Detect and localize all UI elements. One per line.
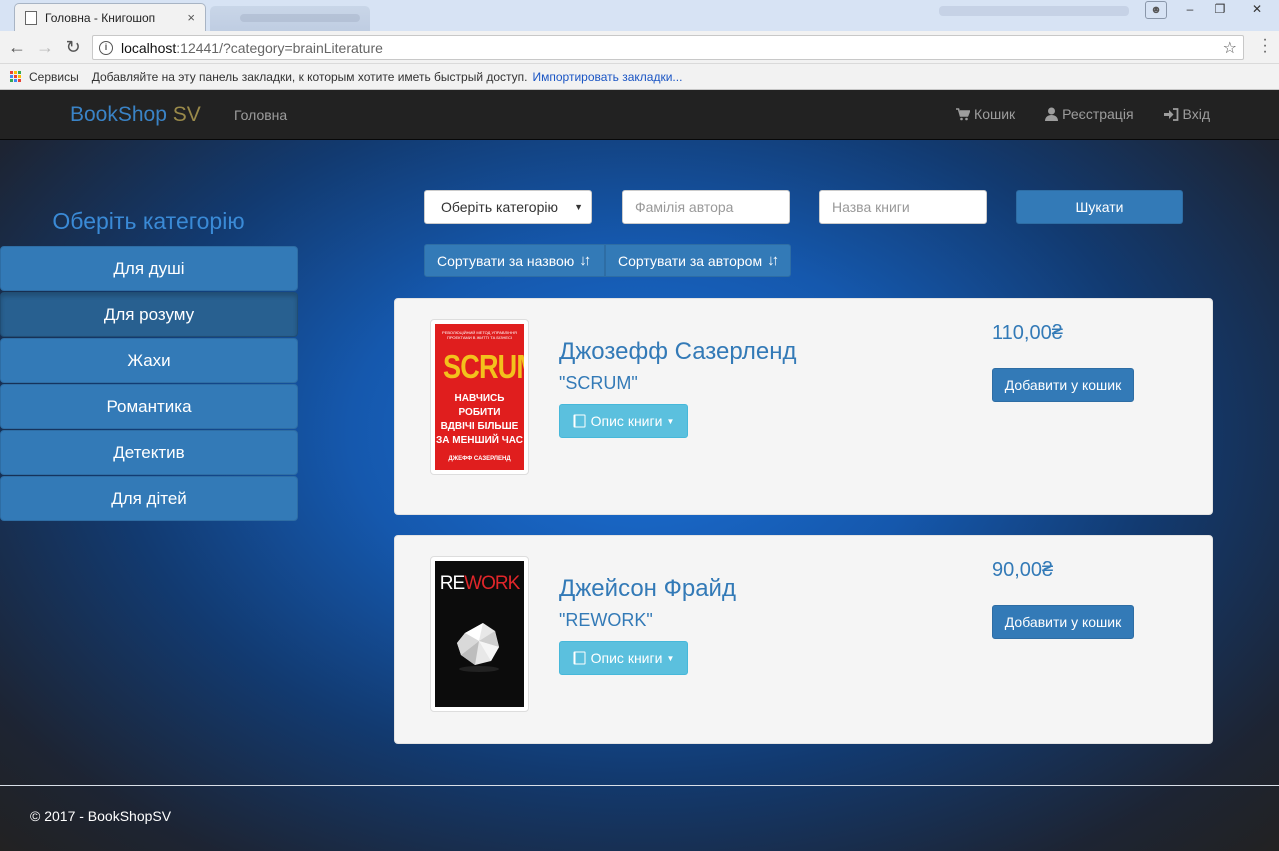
- bookmarks-bar: Сервисы Добавляйте на эту панель закладк…: [0, 64, 1279, 90]
- book-description-label: Опис книги: [590, 413, 663, 429]
- nav-home-link[interactable]: Головна: [234, 107, 287, 123]
- url-path: :12441/?category=brainLiterature: [176, 39, 383, 56]
- tab-title: Головна - Книгошоп: [45, 10, 156, 25]
- category-item-soul[interactable]: Для душі: [0, 246, 298, 291]
- book-card: РЕВОЛЮЦІЙНИЙ МЕТОД УПРАВЛІННЯ ПРОЕКТАМИ …: [394, 298, 1213, 515]
- book-author: Джейсон Фрайд: [559, 575, 736, 602]
- book-cover-rework: REWORK: [435, 561, 524, 707]
- minimize-icon[interactable]: –: [1175, 0, 1205, 20]
- category-select[interactable]: Оберіть категорію ▼: [424, 190, 592, 224]
- nav-register-link[interactable]: Реєстрація: [1045, 106, 1134, 122]
- sort-arrows-icon: ↓↑: [579, 252, 591, 269]
- add-to-cart-button[interactable]: Добавити у кошик: [992, 605, 1134, 639]
- search-button[interactable]: Шукати: [1016, 190, 1183, 224]
- url-input[interactable]: i localhost:12441/?category=brainLiterat…: [92, 35, 1244, 60]
- back-icon[interactable]: ←: [5, 36, 29, 58]
- book-price: 110,00₴: [992, 322, 1063, 344]
- cover-author: ДЖЕФФ САЗЕРЛЕНД: [448, 456, 511, 462]
- window-close-icon[interactable]: ✕: [1235, 0, 1279, 20]
- book-icon: [573, 651, 586, 665]
- footer-divider: [0, 785, 1279, 786]
- add-to-cart-button[interactable]: Добавити у кошик: [992, 368, 1134, 402]
- category-item-mind[interactable]: Для розуму: [0, 292, 298, 337]
- book-title: "REWORK": [559, 610, 653, 630]
- bookmark-star-icon[interactable]: ☆: [1223, 38, 1237, 58]
- url-host: localhost: [121, 39, 177, 56]
- category-item-horror[interactable]: Жахи: [0, 338, 298, 383]
- brand-logo[interactable]: BookShop SV: [70, 103, 201, 127]
- user-icon: [1045, 107, 1059, 121]
- caret-down-icon: ▼: [666, 416, 675, 426]
- nav-register-label: Реєстрація: [1062, 106, 1134, 122]
- browser-tab-active[interactable]: Головна - Книгошоп ×: [14, 3, 206, 31]
- nav-login-label: Вхід: [1182, 106, 1210, 122]
- book-description-label: Опис книги: [590, 650, 663, 666]
- sidebar-title: Оберіть категорію: [52, 208, 245, 234]
- book-card: REWORK Джейсон Фрайд "REWORK" Опис книги…: [394, 535, 1213, 744]
- site-info-icon[interactable]: i: [99, 40, 113, 55]
- page-favicon-icon: [25, 10, 37, 25]
- caret-down-icon: ▼: [666, 653, 675, 663]
- brand-main: BookShop: [70, 103, 167, 126]
- reload-icon[interactable]: ↻: [61, 36, 85, 58]
- page-content: BookShop SV Головна Кошик Реєстрація Вхі…: [0, 90, 1279, 851]
- author-input[interactable]: [622, 190, 790, 224]
- bookmarks-hint: Добавляйте на эту панель закладки, к кот…: [91, 69, 528, 84]
- book-cover-thumbnail[interactable]: REWORK: [430, 556, 529, 712]
- book-cover-scrum: РЕВОЛЮЦІЙНИЙ МЕТОД УПРАВЛІННЯ ПРОЕКТАМИ …: [435, 324, 524, 470]
- book-author: Джозефф Сазерленд: [559, 338, 797, 365]
- profile-icon[interactable]: ☻: [1145, 1, 1167, 19]
- cover-subtitle-line: НАВЧИСЬ РОБИТИ: [454, 393, 505, 418]
- top-navbar: BookShop SV Головна Кошик Реєстрація Вхі…: [0, 90, 1279, 140]
- nav-login-link[interactable]: Вхід: [1163, 106, 1210, 122]
- cover-tagline: РЕВОЛЮЦІЙНИЙ МЕТОД УПРАВЛІННЯ ПРОЕКТАМИ …: [442, 330, 517, 340]
- tab-close-icon[interactable]: ×: [187, 10, 195, 25]
- sort-arrows-icon: ↓↑: [767, 252, 779, 269]
- bookmark-services[interactable]: Сервисы: [29, 70, 79, 84]
- category-item-romance[interactable]: Романтика: [0, 384, 298, 429]
- nav-cart-link[interactable]: Кошик: [956, 106, 1015, 122]
- import-bookmarks-link[interactable]: Импортировать закладки...: [533, 70, 683, 84]
- sort-button-group: Сортувати за назвою ↓↑ Сортувати за авто…: [424, 244, 791, 277]
- cover-title: SCRUM: [443, 348, 524, 385]
- book-description-button[interactable]: Опис книги ▼: [559, 404, 688, 438]
- extensions-area: [939, 6, 1129, 16]
- forward-icon[interactable]: →: [33, 36, 57, 58]
- address-bar-row: ← → ↻ i localhost:12441/?category=brainL…: [0, 31, 1279, 64]
- book-description-button[interactable]: Опис книги ▼: [559, 641, 688, 675]
- restore-icon[interactable]: ❐: [1205, 0, 1235, 20]
- book-title: "SCRUM": [559, 373, 638, 393]
- category-select-value: Оберіть категорію: [441, 199, 558, 215]
- sort-by-title-button[interactable]: Сортувати за назвою ↓↑: [424, 244, 605, 277]
- cart-icon: [956, 107, 971, 120]
- category-item-detective[interactable]: Детектив: [0, 430, 298, 475]
- category-list: Для душі Для розуму Жахи Романтика Детек…: [0, 246, 298, 522]
- sort-by-author-button[interactable]: Сортувати за автором ↓↑: [605, 244, 791, 277]
- browser-menu-icon[interactable]: · · ·: [1260, 32, 1270, 60]
- sort-by-title-label: Сортувати за назвою: [437, 252, 575, 269]
- nav-cart-label: Кошик: [974, 106, 1016, 122]
- cover-subtitle-line: ЗА МЕНШИЙ ЧАС: [436, 435, 523, 446]
- crumpled-paper-icon: [457, 623, 499, 672]
- book-cover-thumbnail[interactable]: РЕВОЛЮЦІЙНИЙ МЕТОД УПРАВЛІННЯ ПРОЕКТАМИ …: [430, 319, 529, 475]
- footer-copyright: © 2017 - BookShopSV: [30, 808, 172, 824]
- category-item-children[interactable]: Для дітей: [0, 476, 298, 521]
- browser-tab-bar: Головна - Книгошоп × ☻ – ❐ ✕: [0, 0, 1279, 31]
- window-controls: – ❐ ✕: [1175, 0, 1279, 20]
- cover-subtitle: НАВЧИСЬ РОБИТИ ВДВІЧІ БІЛЬШЕ ЗА МЕНШИЙ Ч…: [435, 392, 524, 448]
- chevron-down-icon: ▼: [574, 202, 583, 212]
- title-input[interactable]: [819, 190, 987, 224]
- book-price: 90,00₴: [992, 559, 1054, 581]
- apps-grid-icon[interactable]: [10, 70, 22, 83]
- browser-tab-inactive[interactable]: [210, 6, 370, 31]
- sort-by-author-label: Сортувати за автором: [618, 252, 763, 269]
- nav-right-group: Кошик Реєстрація Вхід: [956, 106, 1210, 122]
- cover-subtitle-line: ВДВІЧІ БІЛЬШЕ: [440, 421, 519, 432]
- book-icon: [573, 414, 586, 428]
- log-in-icon: [1163, 107, 1178, 121]
- brand-suffix: SV: [172, 103, 201, 126]
